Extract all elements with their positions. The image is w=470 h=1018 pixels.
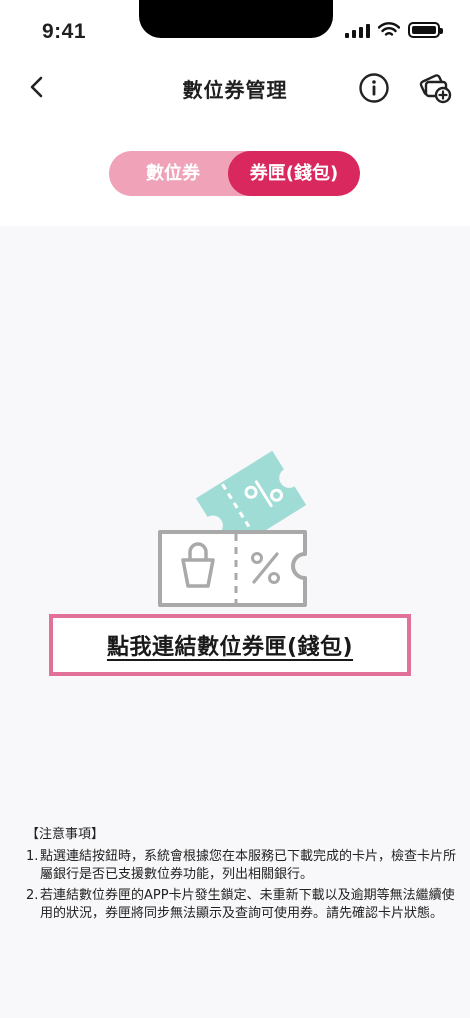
connect-wallet-link-box: 點我連結數位券匣(錢包) (49, 614, 411, 676)
ticket-wallet-icon (158, 450, 307, 607)
note-item: 1. 點選連結按鈕時，系統會根據您在本服務已下載完成的卡片，檢查卡片所屬銀行是否… (26, 848, 456, 885)
wifi-icon (378, 22, 400, 36)
tab-digital-coupons[interactable]: 數位券 (109, 151, 237, 196)
connect-wallet-link[interactable]: 點我連結數位券匣(錢包) (107, 629, 353, 661)
tab-coupon-wallet[interactable]: 券匣(錢包) (228, 151, 360, 196)
signal-icon (345, 23, 370, 38)
note-number: 1. (26, 848, 39, 864)
device-notch (139, 0, 333, 38)
page-title: 數位券管理 (182, 78, 288, 102)
status-time: 9:41 (42, 20, 87, 43)
notes-section: 【注意事項】 1. 點選連結按鈕時，系統會根據您在本服務已下載完成的卡片，檢查卡… (26, 826, 456, 926)
view-toggle: 數位券 券匣(錢包) (109, 151, 360, 196)
status-icons (345, 22, 443, 38)
header-area: 9:41 數位券管理 數位券 券匣(錢包) (0, 0, 470, 226)
info-icon[interactable] (358, 72, 390, 104)
card-add-icon[interactable] (418, 70, 452, 104)
note-number: 2. (26, 887, 39, 903)
notes-heading: 【注意事項】 (26, 827, 105, 842)
nav-bar: 數位券管理 (0, 62, 470, 114)
note-text: 點選連結按鈕時，系統會根據您在本服務已下載完成的卡片，檢查卡片所屬銀行是否已支援… (40, 848, 457, 883)
note-text: 若連結數位券匣的APP卡片發生鎖定、未重新下載以及逾期等無法繼續使用的狀況，券匣… (40, 887, 455, 922)
battery-icon (408, 22, 443, 38)
note-item: 2. 若連結數位券匣的APP卡片發生鎖定、未重新下載以及逾期等無法繼續使用的狀況… (26, 887, 456, 924)
